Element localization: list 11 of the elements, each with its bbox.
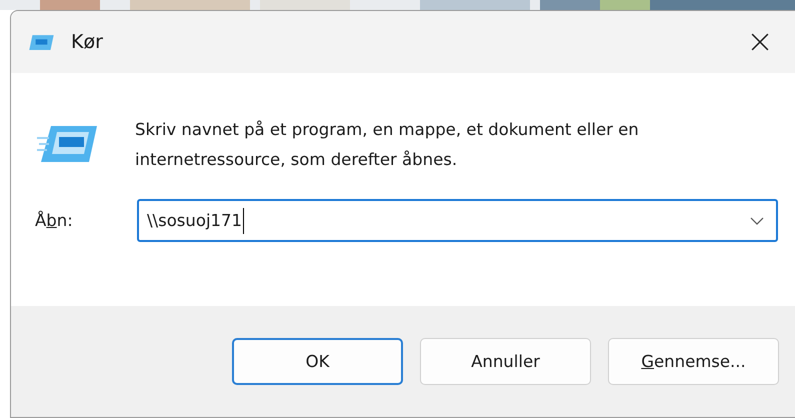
- instruction-text: Skriv navnet på et program, en mappe, et dokument eller en internetressource, som derefter åbnes.: [135, 119, 640, 171]
- open-combo-box[interactable]: \\sosuoj171: [137, 199, 778, 242]
- run-icon: [29, 34, 55, 50]
- close-icon[interactable]: [751, 33, 769, 51]
- run-icon: [37, 124, 97, 164]
- dialog-button[interactable]: Annuller: [420, 338, 591, 385]
- chevron-down-icon[interactable]: [750, 216, 764, 224]
- dialog-button[interactable]: Gennemse...: [608, 338, 779, 385]
- window-title: Kør: [71, 31, 103, 53]
- dialog-button[interactable]: OK: [232, 338, 403, 385]
- open-label: Åbn:: [35, 211, 74, 230]
